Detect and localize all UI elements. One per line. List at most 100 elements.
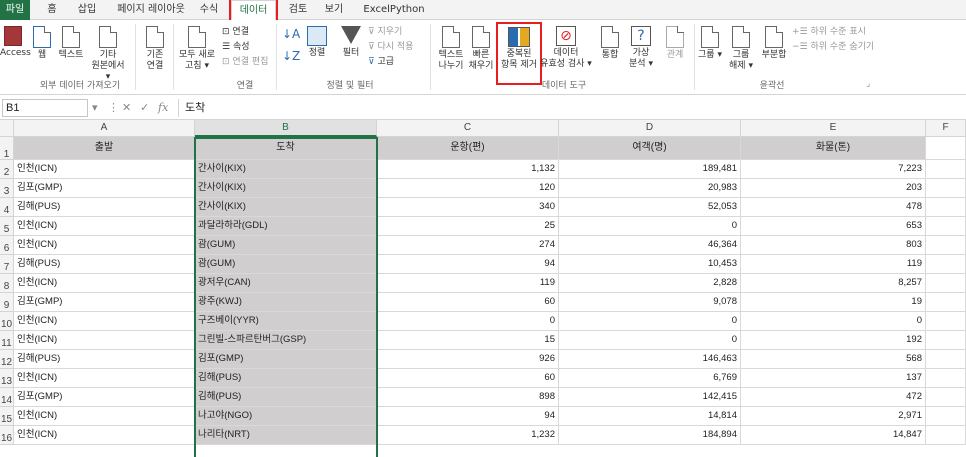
sort-button[interactable]: 정렬 <box>304 26 330 59</box>
row-header[interactable]: 15 <box>0 407 14 426</box>
row-header[interactable]: 2 <box>0 160 14 179</box>
empty-cell[interactable] <box>926 137 966 160</box>
header-cell[interactable]: 화물(톤) <box>741 137 926 160</box>
empty-cell[interactable] <box>926 350 966 369</box>
table-cell[interactable]: 568 <box>741 350 926 369</box>
table-cell[interactable]: 203 <box>741 179 926 198</box>
table-cell[interactable]: 184,894 <box>559 426 741 445</box>
column-header-f[interactable]: F <box>926 120 966 137</box>
empty-cell[interactable] <box>926 369 966 388</box>
tab-review[interactable]: 검토 <box>284 0 312 20</box>
empty-cell[interactable] <box>926 160 966 179</box>
table-cell[interactable]: 926 <box>377 350 559 369</box>
ungroup-button[interactable]: 그룹 해제 ▾ <box>728 26 754 72</box>
table-cell[interactable]: 2,971 <box>741 407 926 426</box>
empty-cell[interactable] <box>926 388 966 407</box>
table-cell[interactable]: 472 <box>741 388 926 407</box>
empty-cell[interactable] <box>926 179 966 198</box>
name-box-dropdown-icon[interactable]: ▾ <box>92 101 98 114</box>
table-cell[interactable]: 김포(GMP) <box>14 179 195 198</box>
text-to-columns-button[interactable]: 텍스트 나누기 <box>434 26 468 72</box>
subtotal-button[interactable]: 부분합 <box>758 26 790 61</box>
table-cell[interactable]: 괌(GUM) <box>195 236 377 255</box>
table-cell[interactable]: 김해(PUS) <box>195 388 377 407</box>
row-header[interactable]: 5 <box>0 217 14 236</box>
table-cell[interactable]: 김해(PUS) <box>14 255 195 274</box>
table-cell[interactable]: 0 <box>377 312 559 331</box>
table-cell[interactable]: 김포(GMP) <box>14 293 195 312</box>
header-cell[interactable]: 여객(명) <box>559 137 741 160</box>
column-header-b[interactable]: B <box>195 120 377 137</box>
table-cell[interactable]: 괌(GUM) <box>195 255 377 274</box>
table-cell[interactable]: 과달라하라(GDL) <box>195 217 377 236</box>
tab-file[interactable]: 파일 <box>0 0 30 20</box>
tab-view[interactable]: 보기 <box>320 0 348 20</box>
empty-cell[interactable] <box>926 293 966 312</box>
row-header[interactable]: 8 <box>0 274 14 293</box>
header-cell[interactable]: 도착 <box>195 137 377 160</box>
table-cell[interactable]: 인천(ICN) <box>14 312 195 331</box>
tab-home[interactable]: 홈 <box>40 0 64 20</box>
table-cell[interactable]: 60 <box>377 369 559 388</box>
name-box[interactable]: B1 <box>2 99 88 117</box>
table-cell[interactable]: 광주(KWJ) <box>195 293 377 312</box>
table-cell[interactable]: 146,463 <box>559 350 741 369</box>
table-cell[interactable]: 189,481 <box>559 160 741 179</box>
table-cell[interactable]: 인천(ICN) <box>14 217 195 236</box>
row-header[interactable]: 14 <box>0 388 14 407</box>
table-cell[interactable]: 1,132 <box>377 160 559 179</box>
empty-cell[interactable] <box>926 274 966 293</box>
table-cell[interactable]: 898 <box>377 388 559 407</box>
column-header-d[interactable]: D <box>559 120 741 137</box>
sort-descending-icon[interactable]: ↓Z <box>282 50 300 62</box>
table-cell[interactable]: 14,847 <box>741 426 926 445</box>
table-cell[interactable]: 14,814 <box>559 407 741 426</box>
empty-cell[interactable] <box>926 198 966 217</box>
table-cell[interactable]: 2,828 <box>559 274 741 293</box>
table-cell[interactable]: 8,257 <box>741 274 926 293</box>
edit-links-button[interactable]: ⊡ 연결 편집 <box>222 56 268 68</box>
table-cell[interactable]: 19 <box>741 293 926 312</box>
table-cell[interactable]: 120 <box>377 179 559 198</box>
table-cell[interactable]: 인천(ICN) <box>14 274 195 293</box>
table-cell[interactable]: 인천(ICN) <box>14 160 195 179</box>
empty-cell[interactable] <box>926 236 966 255</box>
table-cell[interactable]: 0 <box>559 331 741 350</box>
properties-button[interactable]: ☰ 속성 <box>222 41 250 53</box>
empty-cell[interactable] <box>926 426 966 445</box>
dialog-launcher-icon[interactable]: ⌟ <box>866 78 870 90</box>
table-cell[interactable]: 간사이(KIX) <box>195 160 377 179</box>
table-cell[interactable]: 803 <box>741 236 926 255</box>
table-cell[interactable]: 9,078 <box>559 293 741 312</box>
row-header[interactable]: 11 <box>0 331 14 350</box>
table-cell[interactable]: 46,364 <box>559 236 741 255</box>
table-cell[interactable]: 인천(ICN) <box>14 426 195 445</box>
filter-button[interactable]: 필터 <box>338 26 364 59</box>
table-cell[interactable]: 340 <box>377 198 559 217</box>
cancel-icon[interactable]: ✕ <box>122 101 131 114</box>
table-cell[interactable]: 192 <box>741 331 926 350</box>
table-cell[interactable]: 653 <box>741 217 926 236</box>
group-button[interactable]: 그룹 ▾ <box>698 26 722 61</box>
table-cell[interactable]: 나고야(NGO) <box>195 407 377 426</box>
column-header-e[interactable]: E <box>741 120 926 137</box>
header-cell[interactable]: 운항(편) <box>377 137 559 160</box>
table-cell[interactable]: 0 <box>741 312 926 331</box>
table-cell[interactable]: 60 <box>377 293 559 312</box>
refresh-all-button[interactable]: 모두 새로 고침 ▾ <box>176 26 218 72</box>
remove-duplicates-button[interactable]: 중복된 항목 제거 <box>496 22 542 85</box>
empty-cell[interactable] <box>926 331 966 350</box>
table-cell[interactable]: 119 <box>377 274 559 293</box>
table-cell[interactable]: 인천(ICN) <box>14 331 195 350</box>
row-header[interactable]: 16 <box>0 426 14 445</box>
table-cell[interactable]: 94 <box>377 407 559 426</box>
table-cell[interactable]: 6,769 <box>559 369 741 388</box>
table-cell[interactable]: 119 <box>741 255 926 274</box>
relationships-button[interactable]: 관계 <box>660 26 690 61</box>
row-header[interactable]: 12 <box>0 350 14 369</box>
row-header[interactable]: 9 <box>0 293 14 312</box>
row-header[interactable]: 6 <box>0 236 14 255</box>
reapply-button[interactable]: ⊽ 다시 적용 <box>368 41 413 53</box>
row-header[interactable]: 4 <box>0 198 14 217</box>
web-button[interactable]: 웹 <box>30 26 54 61</box>
